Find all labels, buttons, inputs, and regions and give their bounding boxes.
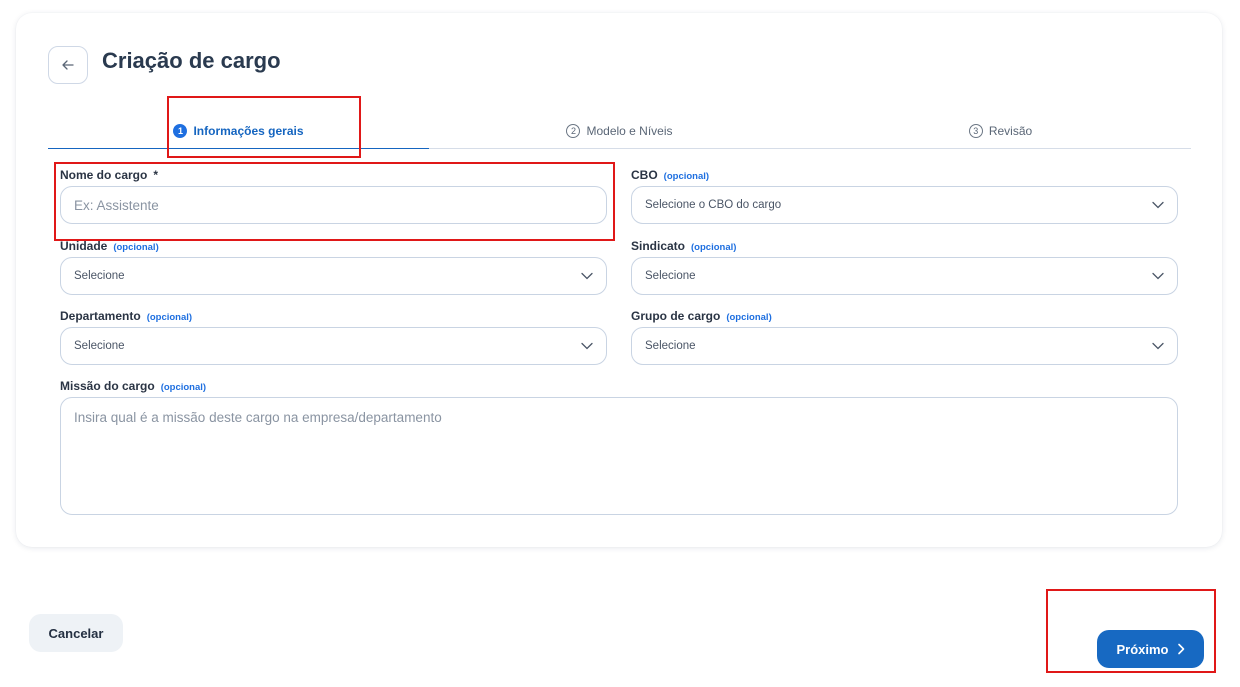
next-button-label: Próximo	[1116, 641, 1169, 657]
cbo-select-value: Selecione o CBO do cargo	[645, 199, 782, 211]
tab-label: Informações gerais	[193, 123, 304, 138]
arrow-left-icon	[62, 60, 74, 70]
nome-cargo-field[interactable]	[60, 186, 607, 224]
optional-tag: (opcional)	[160, 382, 207, 393]
chevron-down-icon	[1152, 342, 1164, 350]
tab-modelo-niveis[interactable]: 2 Modelo e Níveis	[429, 113, 810, 148]
sindicato-select[interactable]: Selecione	[631, 257, 1178, 295]
unidade-select[interactable]: Selecione	[60, 257, 607, 295]
optional-tag: (opcional)	[146, 312, 193, 323]
chevron-down-icon	[1152, 201, 1164, 209]
step-number: 2	[566, 123, 581, 138]
missao-cargo-label-text: Missão do cargo	[60, 379, 155, 393]
step-number: 3	[968, 123, 983, 138]
unidade-label: Unidade (opcional)	[60, 239, 159, 253]
sindicato-label-text: Sindicato	[631, 239, 686, 253]
cbo-select[interactable]: Selecione o CBO do cargo	[631, 186, 1178, 224]
chevron-right-icon	[1177, 643, 1184, 655]
departamento-label-text: Departamento	[60, 309, 141, 323]
required-marker: *	[153, 168, 159, 182]
optional-tag: (opcional)	[663, 171, 710, 182]
unidade-label-text: Unidade	[60, 239, 108, 253]
nome-cargo-label-text: Nome do cargo	[60, 168, 148, 182]
next-button[interactable]: Próximo	[1097, 630, 1204, 668]
optional-tag: (opcional)	[691, 242, 737, 253]
grupo-cargo-label: Grupo de cargo (opcional)	[631, 309, 772, 323]
sindicato-label: Sindicato (opcional)	[631, 239, 736, 253]
tab-revisao[interactable]: 3 Revisão	[810, 113, 1191, 148]
departamento-select-value: Selecione	[74, 340, 125, 352]
stepper-tabs: 1 Informações gerais 2 Modelo e Níveis 3…	[48, 113, 1191, 149]
grupo-cargo-select[interactable]: Selecione	[631, 327, 1178, 365]
tab-informacoes-gerais[interactable]: 1 Informações gerais	[48, 113, 429, 149]
chevron-down-icon	[1152, 272, 1164, 280]
unidade-select-value: Selecione	[74, 270, 125, 282]
optional-tag: (opcional)	[726, 312, 772, 323]
chevron-down-icon	[581, 272, 593, 280]
sindicato-select-value: Selecione	[645, 270, 696, 282]
grupo-cargo-label-text: Grupo de cargo	[631, 309, 721, 323]
chevron-down-icon	[581, 342, 593, 350]
cbo-label-text: CBO	[631, 168, 658, 182]
page-title: Criação de cargo	[102, 48, 281, 73]
missao-cargo-textarea[interactable]	[74, 410, 1164, 502]
cancel-button[interactable]: Cancelar	[29, 614, 123, 652]
grupo-cargo-select-value: Selecione	[645, 340, 696, 352]
departamento-label: Departamento (opcional)	[60, 309, 192, 323]
missao-cargo-label: Missão do cargo (opcional)	[60, 379, 206, 393]
back-button[interactable]	[48, 46, 88, 84]
optional-tag: (opcional)	[113, 242, 159, 253]
cbo-label: CBO (opcional)	[631, 168, 709, 182]
departamento-select[interactable]: Selecione	[60, 327, 607, 365]
missao-cargo-field[interactable]	[60, 397, 1178, 515]
nome-cargo-label: Nome do cargo *	[60, 168, 158, 182]
nome-cargo-input[interactable]	[74, 197, 593, 213]
form-card: Criação de cargo 1 Informações gerais 2 …	[16, 13, 1222, 547]
tab-label: Revisão	[988, 123, 1033, 138]
tab-label: Modelo e Níveis	[586, 123, 673, 138]
step-number: 1	[173, 123, 188, 138]
